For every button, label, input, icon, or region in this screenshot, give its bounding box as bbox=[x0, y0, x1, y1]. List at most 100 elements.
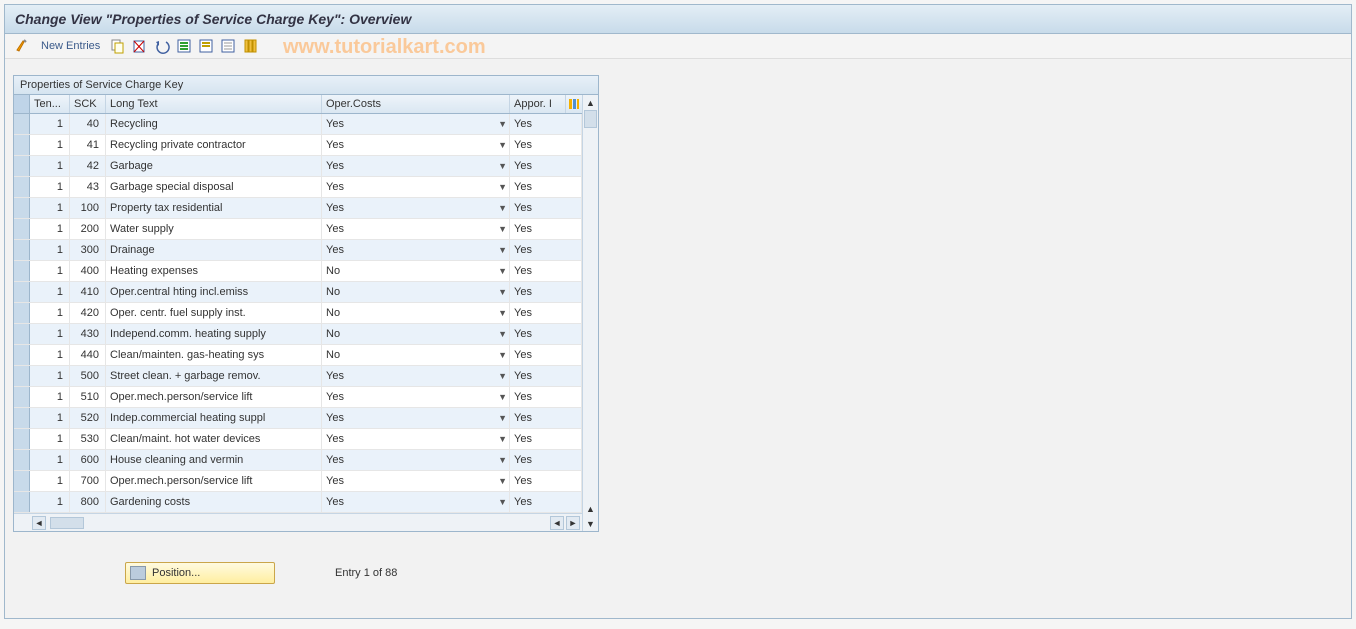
cell-appor[interactable]: Yes bbox=[510, 387, 582, 407]
cell-opercosts[interactable]: No▼ bbox=[322, 324, 510, 344]
dropdown-icon[interactable]: ▼ bbox=[498, 203, 507, 213]
cell-sck[interactable]: 520 bbox=[70, 408, 106, 428]
cell-sck[interactable]: 300 bbox=[70, 240, 106, 260]
cell-opercosts[interactable]: Yes▼ bbox=[322, 240, 510, 260]
cell-longtext[interactable]: Recycling bbox=[106, 114, 322, 134]
dropdown-icon[interactable]: ▼ bbox=[498, 413, 507, 423]
cell-opercosts[interactable]: Yes▼ bbox=[322, 156, 510, 176]
dropdown-icon[interactable]: ▼ bbox=[498, 371, 507, 381]
cell-appor[interactable]: Yes bbox=[510, 114, 582, 134]
dropdown-icon[interactable]: ▼ bbox=[498, 224, 507, 234]
cell-sck[interactable]: 100 bbox=[70, 198, 106, 218]
dropdown-icon[interactable]: ▼ bbox=[498, 266, 507, 276]
cell-opercosts[interactable]: Yes▼ bbox=[322, 219, 510, 239]
cell-longtext[interactable]: Oper.mech.person/service lift bbox=[106, 471, 322, 491]
select-block-icon[interactable] bbox=[198, 38, 214, 54]
col-header-sck[interactable]: SCK bbox=[70, 95, 106, 113]
hscroll-left-icon[interactable]: ◄ bbox=[32, 516, 46, 530]
row-selector[interactable] bbox=[14, 345, 30, 365]
configure-icon[interactable] bbox=[242, 38, 258, 54]
cell-opercosts[interactable]: Yes▼ bbox=[322, 114, 510, 134]
row-selector[interactable] bbox=[14, 156, 30, 176]
row-selector[interactable] bbox=[14, 450, 30, 470]
cell-sck[interactable]: 530 bbox=[70, 429, 106, 449]
cell-opercosts[interactable]: No▼ bbox=[322, 345, 510, 365]
vscroll-up-icon[interactable]: ▲ bbox=[583, 95, 598, 110]
col-header-appor[interactable]: Appor. I bbox=[510, 95, 566, 113]
cell-sck[interactable]: 410 bbox=[70, 282, 106, 302]
cell-appor[interactable]: Yes bbox=[510, 450, 582, 470]
dropdown-icon[interactable]: ▼ bbox=[498, 350, 507, 360]
undo-icon[interactable] bbox=[154, 38, 170, 54]
cell-ten[interactable]: 1 bbox=[30, 282, 70, 302]
dropdown-icon[interactable]: ▼ bbox=[498, 308, 507, 318]
dropdown-icon[interactable]: ▼ bbox=[498, 434, 507, 444]
cell-opercosts[interactable]: Yes▼ bbox=[322, 177, 510, 197]
cell-ten[interactable]: 1 bbox=[30, 303, 70, 323]
cell-ten[interactable]: 1 bbox=[30, 135, 70, 155]
cell-opercosts[interactable]: Yes▼ bbox=[322, 387, 510, 407]
cell-longtext[interactable]: House cleaning and vermin bbox=[106, 450, 322, 470]
cell-appor[interactable]: Yes bbox=[510, 240, 582, 260]
cell-appor[interactable]: Yes bbox=[510, 471, 582, 491]
hscroll-right1-icon[interactable]: ◄ bbox=[550, 516, 564, 530]
cell-ten[interactable]: 1 bbox=[30, 408, 70, 428]
cell-longtext[interactable]: Heating expenses bbox=[106, 261, 322, 281]
copy-as-icon[interactable] bbox=[110, 38, 126, 54]
cell-ten[interactable]: 1 bbox=[30, 429, 70, 449]
dropdown-icon[interactable]: ▼ bbox=[498, 182, 507, 192]
dropdown-icon[interactable]: ▼ bbox=[498, 140, 507, 150]
dropdown-icon[interactable]: ▼ bbox=[498, 245, 507, 255]
vscroll-thumb[interactable] bbox=[584, 110, 597, 128]
row-selector[interactable] bbox=[14, 387, 30, 407]
cell-appor[interactable]: Yes bbox=[510, 366, 582, 386]
cell-longtext[interactable]: Clean/maint. hot water devices bbox=[106, 429, 322, 449]
dropdown-icon[interactable]: ▼ bbox=[498, 392, 507, 402]
cell-longtext[interactable]: Indep.commercial heating suppl bbox=[106, 408, 322, 428]
cell-sck[interactable]: 42 bbox=[70, 156, 106, 176]
cell-longtext[interactable]: Recycling private contractor bbox=[106, 135, 322, 155]
cell-appor[interactable]: Yes bbox=[510, 177, 582, 197]
row-selector[interactable] bbox=[14, 303, 30, 323]
cell-ten[interactable]: 1 bbox=[30, 114, 70, 134]
select-all-icon[interactable] bbox=[176, 38, 192, 54]
cell-sck[interactable]: 43 bbox=[70, 177, 106, 197]
cell-appor[interactable]: Yes bbox=[510, 219, 582, 239]
cell-longtext[interactable]: Street clean. + garbage remov. bbox=[106, 366, 322, 386]
column-config-icon[interactable] bbox=[566, 95, 582, 113]
cell-appor[interactable]: Yes bbox=[510, 198, 582, 218]
cell-appor[interactable]: Yes bbox=[510, 345, 582, 365]
cell-opercosts[interactable]: No▼ bbox=[322, 303, 510, 323]
cell-longtext[interactable]: Oper. centr. fuel supply inst. bbox=[106, 303, 322, 323]
cell-ten[interactable]: 1 bbox=[30, 450, 70, 470]
row-selector[interactable] bbox=[14, 471, 30, 491]
hscroll-thumb[interactable] bbox=[50, 517, 84, 529]
cell-appor[interactable]: Yes bbox=[510, 135, 582, 155]
delete-icon[interactable] bbox=[132, 38, 148, 54]
cell-ten[interactable]: 1 bbox=[30, 471, 70, 491]
position-button[interactable]: Position... bbox=[125, 562, 275, 584]
cell-sck[interactable]: 440 bbox=[70, 345, 106, 365]
cell-opercosts[interactable]: Yes▼ bbox=[322, 366, 510, 386]
cell-appor[interactable]: Yes bbox=[510, 261, 582, 281]
cell-ten[interactable]: 1 bbox=[30, 366, 70, 386]
row-selector[interactable] bbox=[14, 492, 30, 512]
cell-ten[interactable]: 1 bbox=[30, 261, 70, 281]
cell-longtext[interactable]: Independ.comm. heating supply bbox=[106, 324, 322, 344]
row-selector[interactable] bbox=[14, 114, 30, 134]
dropdown-icon[interactable]: ▼ bbox=[498, 497, 507, 507]
cell-ten[interactable]: 1 bbox=[30, 387, 70, 407]
cell-sck[interactable]: 800 bbox=[70, 492, 106, 512]
cell-opercosts[interactable]: Yes▼ bbox=[322, 471, 510, 491]
cell-longtext[interactable]: Oper.mech.person/service lift bbox=[106, 387, 322, 407]
cell-ten[interactable]: 1 bbox=[30, 492, 70, 512]
cell-sck[interactable]: 500 bbox=[70, 366, 106, 386]
dropdown-icon[interactable]: ▼ bbox=[498, 119, 507, 129]
row-selector[interactable] bbox=[14, 240, 30, 260]
row-selector[interactable] bbox=[14, 261, 30, 281]
cell-opercosts[interactable]: No▼ bbox=[322, 261, 510, 281]
row-selector[interactable] bbox=[14, 408, 30, 428]
cell-longtext[interactable]: Water supply bbox=[106, 219, 322, 239]
cell-longtext[interactable]: Property tax residential bbox=[106, 198, 322, 218]
cell-opercosts[interactable]: Yes▼ bbox=[322, 198, 510, 218]
